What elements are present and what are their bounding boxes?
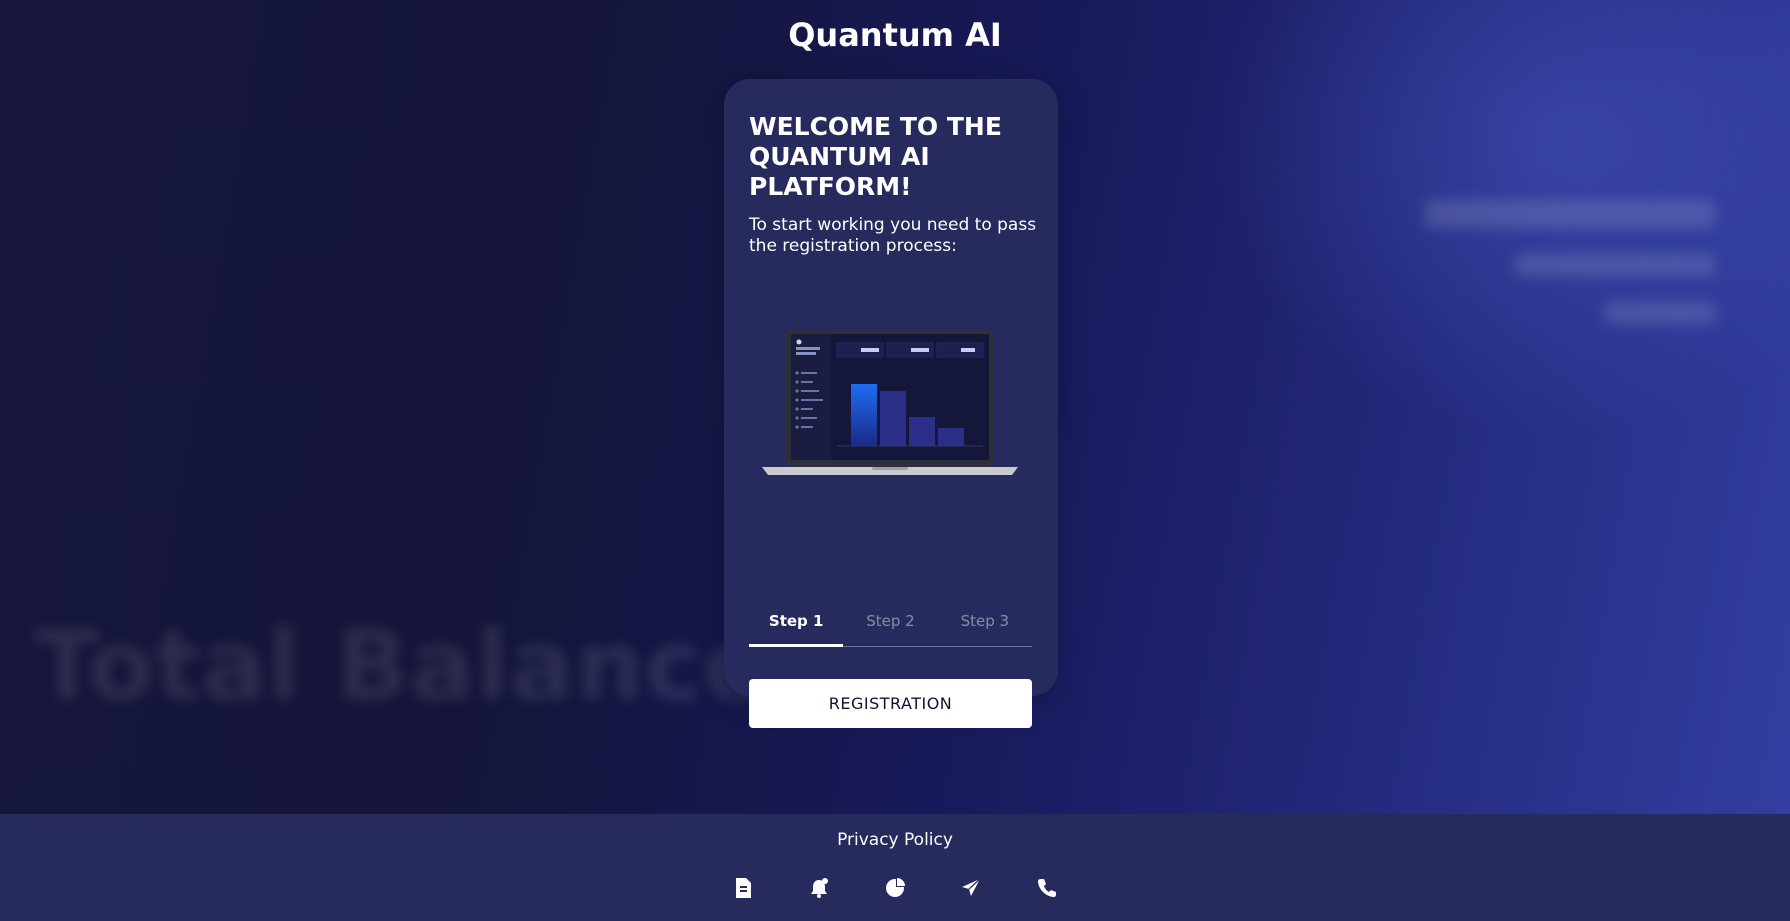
- registration-button[interactable]: REGISTRATION: [749, 679, 1032, 728]
- background-blurred-text: Total Balance: [34, 610, 769, 722]
- pie-chart-icon[interactable]: [883, 876, 907, 900]
- card-title: WELCOME TO THE QUANTUM AI PLATFORM!: [749, 112, 1002, 201]
- background-blur-bar: [1605, 302, 1715, 324]
- card-subtitle: To start working you need to pass the re…: [749, 215, 1037, 256]
- document-icon[interactable]: [731, 876, 755, 900]
- step-tabs: Step 1 Step 2 Step 3: [749, 596, 1032, 647]
- phone-icon[interactable]: [1035, 876, 1059, 900]
- background-blur-bar: [1425, 200, 1715, 228]
- brand-title: Quantum AI: [788, 16, 1002, 54]
- welcome-card: WELCOME TO THE QUANTUM AI PLATFORM! To s…: [724, 79, 1058, 728]
- footer-icons: [0, 876, 1790, 900]
- tab-step-2[interactable]: Step 2: [843, 596, 937, 646]
- footer: Privacy Policy: [0, 814, 1790, 921]
- tab-step-1[interactable]: Step 1: [749, 596, 844, 647]
- tab-step-3[interactable]: Step 3: [938, 596, 1032, 646]
- background-blur-bar: [1515, 254, 1715, 276]
- page: Total Balance Quantum AI WELCOME TO THE …: [0, 0, 1790, 921]
- bell-icon[interactable]: [807, 876, 831, 900]
- laptop-illustration: [762, 329, 1018, 475]
- privacy-policy-link[interactable]: Privacy Policy: [0, 830, 1790, 850]
- send-icon[interactable]: [959, 876, 983, 900]
